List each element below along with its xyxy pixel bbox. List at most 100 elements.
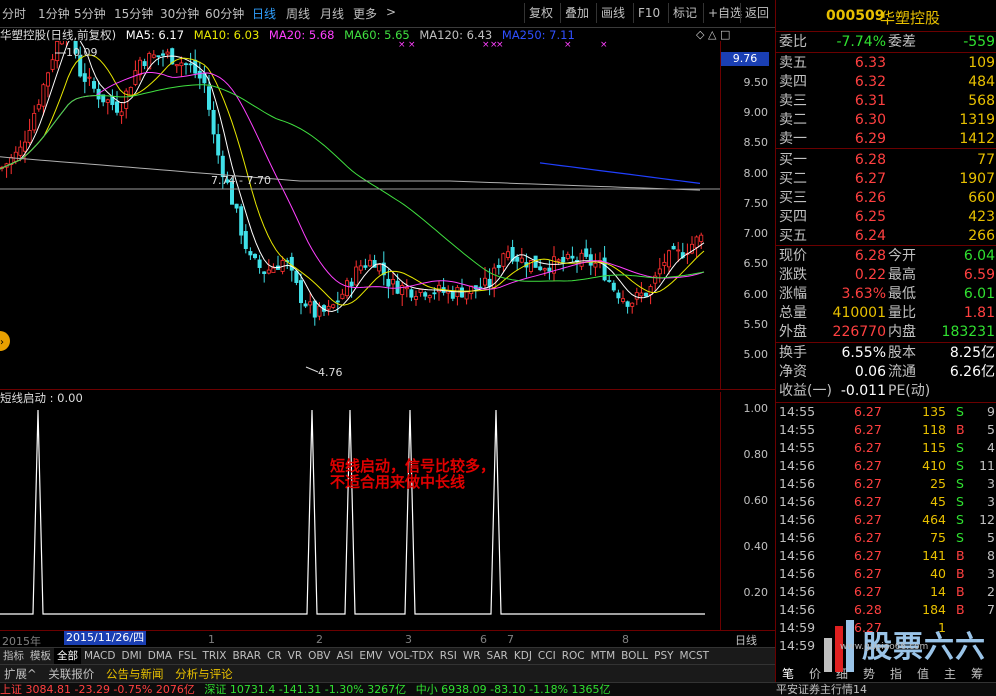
left-scroll-handle[interactable]: ›: [0, 331, 10, 351]
indicator-tab[interactable]: 全部: [54, 648, 81, 665]
indicator-tab[interactable]: MCST: [677, 648, 712, 665]
tab-news[interactable]: 公告与新闻: [102, 665, 168, 683]
indicator-tab[interactable]: VR: [285, 648, 305, 665]
fuquan-button[interactable]: 复权: [524, 3, 557, 23]
candle-body: [358, 265, 363, 271]
more-arrow-icon[interactable]: >: [386, 5, 396, 19]
candle-body: [630, 302, 635, 307]
indicator-tick: 1.00: [743, 402, 769, 415]
back-button[interactable]: 返回: [740, 3, 773, 23]
indicator-tick: 0.40: [743, 540, 769, 553]
indicator-tab[interactable]: FSL: [175, 648, 199, 665]
indicator-tab[interactable]: TRIX: [199, 648, 229, 665]
trade-tick-row: 14:56 6.27 75 S 5: [779, 530, 995, 545]
period-tab-15min[interactable]: 15分钟: [114, 5, 153, 22]
candle-body: [289, 256, 294, 271]
status-bar: 上证 3084.81 -23.29 -0.75% 2076亿 深证 10731.…: [0, 682, 996, 696]
ask-row: 卖一 6.29 1412: [779, 131, 995, 147]
period-tab-60min[interactable]: 60分钟: [205, 5, 244, 22]
indicator-tab[interactable]: BOLL: [618, 648, 651, 665]
period-tab-5min[interactable]: 5分钟: [74, 5, 106, 22]
candle-body: [160, 53, 165, 56]
candle-body: [239, 206, 244, 236]
indicator-tab[interactable]: CR: [264, 648, 285, 665]
indicator-tab[interactable]: WR: [460, 648, 484, 665]
diamond-icon[interactable]: ◇: [696, 28, 704, 41]
candle-body: [699, 234, 704, 242]
period-label[interactable]: 日线: [735, 632, 757, 648]
candle-body: [584, 248, 589, 257]
low-label: 4.76: [318, 366, 343, 379]
tab-expand[interactable]: 扩展^: [0, 665, 41, 683]
period-tab-more[interactable]: 更多: [353, 5, 377, 22]
ma60-label: MA60: 5.65: [344, 28, 410, 41]
candle-body: [409, 289, 414, 298]
candle-body: [174, 64, 179, 67]
footer-tab[interactable]: 价: [809, 665, 821, 682]
candle-body: [400, 285, 405, 295]
candlestick-chart[interactable]: 10.09 4.76 7.74 - 7.70 × × × ×× × × ›: [0, 41, 720, 389]
candle-body: [561, 256, 566, 263]
footer-tab[interactable]: 笔: [782, 665, 794, 682]
indicator-chart[interactable]: [0, 392, 720, 630]
candle-body: [271, 267, 276, 273]
period-tab-daily[interactable]: 日线: [252, 5, 276, 22]
indicator-tick: 0.80: [743, 448, 769, 461]
period-tab-fenshi[interactable]: 分时: [2, 5, 26, 22]
price-tick: 7.50: [743, 196, 769, 210]
sz-index: 深证 10731.4 -141.31 -1.30% 3267亿: [204, 683, 407, 696]
period-tab-weekly[interactable]: 周线: [286, 5, 310, 22]
indicator-tab[interactable]: SAR: [484, 648, 511, 665]
ask-row: 卖二 6.30 1319: [779, 112, 995, 128]
candle-body: [13, 151, 18, 162]
trade-tick-row: 14:55 6.27 115 S 4: [779, 440, 995, 455]
indicator-tab[interactable]: ROC: [559, 648, 588, 665]
candle-body: [50, 59, 55, 70]
bid-row: 买三 6.26 660: [779, 190, 995, 206]
period-tab-30min[interactable]: 30分钟: [160, 5, 199, 22]
candle-body: [257, 259, 262, 268]
indicator-tab[interactable]: RSI: [437, 648, 460, 665]
period-tab-monthly[interactable]: 月线: [320, 5, 344, 22]
indicator-tab[interactable]: OBV: [305, 648, 333, 665]
mark-button[interactable]: 标记: [668, 3, 701, 23]
price-tick: 6.50: [743, 257, 769, 271]
indicator-tab[interactable]: CCI: [535, 648, 559, 665]
price-tick: 7.00: [743, 227, 769, 241]
indicator-tab[interactable]: MTM: [588, 648, 619, 665]
candle-body: [252, 253, 257, 259]
tab-related-quotes[interactable]: 关联报价: [44, 665, 98, 683]
candle-body: [326, 305, 331, 310]
indicator-tab[interactable]: DMI: [118, 648, 144, 665]
f10-button[interactable]: F10: [633, 3, 664, 23]
indicator-tab[interactable]: ASI: [333, 648, 356, 665]
indicator-tab[interactable]: KDJ: [511, 648, 535, 665]
candle-body: [547, 267, 552, 272]
month-label: 2: [316, 633, 323, 646]
indicator-tab[interactable]: BRAR: [229, 648, 264, 665]
indicator-tab[interactable]: 模板: [27, 648, 54, 665]
candle-body: [671, 245, 676, 250]
indicator-tab[interactable]: 指标: [0, 648, 27, 665]
tab-analysis[interactable]: 分析与评论: [171, 665, 237, 683]
fin-row: 净资 0.06 流通 6.26亿: [779, 364, 995, 380]
signal-mark: ×: [564, 41, 572, 50]
triangle-icon[interactable]: △: [708, 28, 716, 41]
indicator-tab[interactable]: PSY: [651, 648, 676, 665]
square-icon[interactable]: □: [720, 28, 730, 41]
candle-body: [234, 203, 239, 209]
candle-body: [377, 264, 382, 272]
indicator-tab[interactable]: DMA: [145, 648, 175, 665]
indicator-tab[interactable]: VOL-TDX: [385, 648, 436, 665]
candle-body: [505, 251, 510, 258]
price-axis: 9.50 9.00 8.50 8.00 7.50 7.00 6.50 6.00 5.50 5.00: [720, 41, 776, 389]
candle-body: [390, 279, 395, 285]
overlay-button[interactable]: 叠加: [560, 3, 593, 23]
candle-body: [183, 63, 188, 66]
indicator-tab[interactable]: EMV: [356, 648, 385, 665]
period-tab-1min[interactable]: 1分钟: [38, 5, 70, 22]
draw-line-button[interactable]: 画线: [596, 3, 629, 23]
candle-body: [165, 51, 170, 55]
indicator-tab[interactable]: MACD: [81, 648, 118, 665]
chart-title: 华塑控股(日线,前复权): [0, 28, 117, 41]
